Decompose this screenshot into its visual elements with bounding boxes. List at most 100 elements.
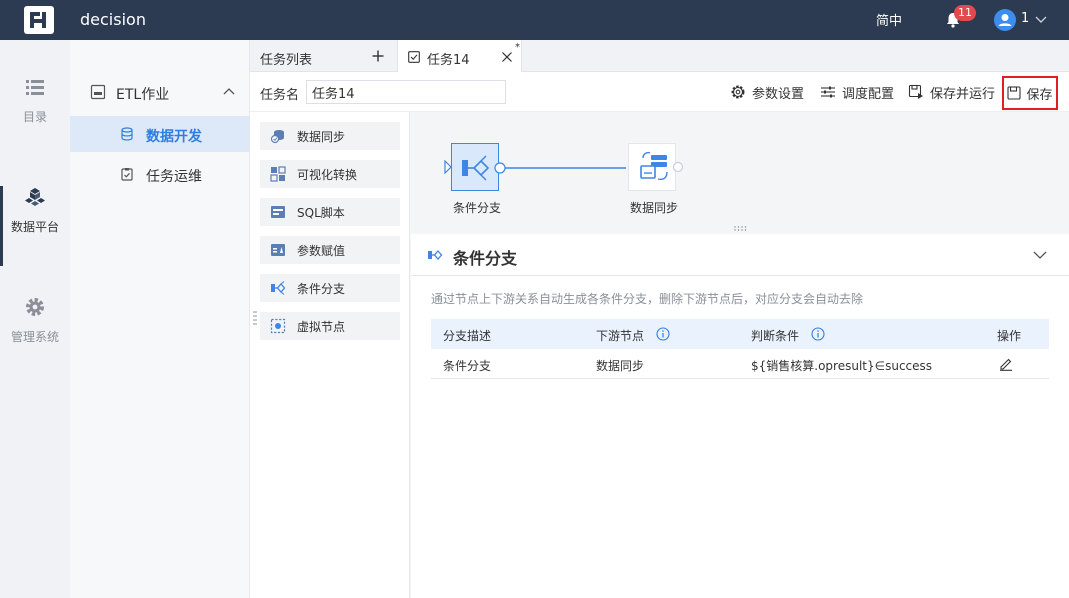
app-logo-icon[interactable]	[24, 6, 54, 34]
tab-label: 任务列表	[260, 53, 313, 68]
column-header: 操作	[997, 329, 1022, 343]
sliders-icon	[821, 86, 835, 98]
palette-item-sql-script[interactable]: SQL脚本	[260, 198, 400, 226]
sql-script-icon	[271, 206, 285, 218]
palette-item-param-assign[interactable]: 参数赋值	[260, 236, 400, 264]
canvas-resize-handle[interactable]	[734, 226, 748, 231]
top-bar: decision 简中 11 1	[0, 0, 1069, 40]
detail-title: 条件分支	[453, 249, 518, 268]
param-settings-button[interactable]: 参数设置	[730, 80, 804, 104]
downstream-node-cell: 数据同步	[596, 359, 645, 373]
palette-item-visual-transform[interactable]: 可视化转换	[260, 160, 400, 188]
palette-item-virtual-node[interactable]: 虚拟节点	[260, 312, 400, 340]
sidebar: ETL作业 数据开发 任务运维	[70, 40, 250, 598]
info-icon[interactable]	[656, 327, 670, 341]
table-header: 分支描述 下游节点 判断条件 操作	[431, 319, 1049, 349]
condition-cell: ${销售核算.opresult}∈success	[751, 359, 933, 373]
palette-item-branch[interactable]: 条件分支	[260, 274, 400, 302]
data-sync-icon	[270, 130, 284, 144]
edit-icon[interactable]	[999, 357, 1013, 371]
branch-icon	[462, 155, 490, 181]
avatar[interactable]	[994, 9, 1016, 31]
task-name-input[interactable]	[306, 80, 506, 104]
palette-item-label: 可视化转换	[297, 168, 358, 182]
clipboard-icon	[121, 168, 133, 181]
cube-cluster-icon	[25, 188, 45, 206]
flow-node-data-sync[interactable]	[628, 143, 676, 191]
branch-table: 分支描述 下游节点 判断条件 操作 条件分支 数据同步 ${销售核算.opres…	[431, 319, 1049, 379]
branch-desc-cell: 条件分支	[443, 359, 492, 373]
unsaved-marker: *	[515, 42, 520, 53]
button-label: 调度配置	[842, 86, 895, 102]
button-label: 参数设置	[752, 86, 805, 102]
left-nav: 目录 数据平台 管理系统	[0, 40, 70, 598]
sidebar-item-label: 数据开发	[146, 129, 202, 145]
visual-transform-icon	[270, 166, 286, 182]
tab-bar: 任务列表 任务14 *	[250, 40, 1069, 73]
detail-header: 条件分支	[411, 234, 1069, 276]
data-sync-icon	[640, 151, 668, 181]
palette-item-data-sync[interactable]: 数据同步	[260, 122, 400, 150]
output-port-icon[interactable]	[672, 161, 684, 173]
node-palette: 数据同步 可视化转换 SQL脚本 参数赋值 条件分支 虚拟节点	[250, 112, 410, 598]
nav-label: 目录	[22, 110, 47, 124]
button-label: 保存并运行	[930, 86, 996, 102]
gear-icon	[26, 298, 44, 316]
etl-icon	[90, 84, 106, 100]
sidebar-item-label: 任务运维	[146, 169, 202, 185]
language-switch[interactable]: 简中	[876, 10, 902, 29]
chevron-down-icon[interactable]	[1034, 12, 1048, 26]
tab-task-list[interactable]: 任务列表	[250, 40, 398, 72]
detail-description: 通过节点上下游关系自动生成各条件分支，删除下游节点后，对应分支会自动去除	[431, 292, 864, 306]
database-icon	[121, 127, 133, 141]
column-header: 下游节点	[596, 329, 645, 343]
user-name[interactable]: 1	[1021, 11, 1029, 26]
nav-item-data-platform[interactable]: 数据平台	[0, 186, 70, 266]
column-header: 分支描述	[443, 329, 492, 343]
close-icon[interactable]	[502, 52, 512, 62]
task-header: 任务名 参数设置 调度配置 保存并运行 保存	[250, 72, 1069, 112]
save-button[interactable]: 保存	[1002, 76, 1058, 110]
plus-icon[interactable]	[372, 50, 384, 62]
flow-node-label: 条件分支	[453, 201, 502, 215]
node-detail-panel: 条件分支 通过节点上下游关系自动生成各条件分支，删除下游节点后，对应分支会自动去…	[411, 234, 1069, 598]
save-run-icon	[908, 84, 923, 99]
notification-badge: 11	[954, 5, 976, 21]
flow-node-label: 数据同步	[630, 201, 679, 215]
chevron-down-icon[interactable]	[1033, 248, 1047, 262]
param-assign-icon	[271, 244, 285, 256]
nav-label: 管理系统	[10, 330, 59, 344]
palette-item-label: 虚拟节点	[297, 320, 346, 334]
virtual-node-icon	[270, 318, 286, 334]
palette-resize-handle[interactable]	[253, 311, 257, 325]
palette-item-label: 参数赋值	[297, 244, 346, 258]
nav-label: 数据平台	[10, 220, 59, 234]
sidebar-item-task-ops[interactable]: 任务运维	[70, 156, 249, 192]
info-icon[interactable]	[811, 327, 825, 341]
sidebar-item-data-dev[interactable]: 数据开发	[70, 116, 249, 152]
task-name-label: 任务名	[260, 88, 300, 103]
branch-icon	[428, 250, 443, 260]
sidebar-group-label: ETL作业	[116, 87, 170, 103]
nav-item-catalog[interactable]: 目录	[0, 76, 70, 156]
nav-item-admin[interactable]: 管理系统	[0, 296, 70, 376]
flow-node-branch[interactable]	[451, 143, 499, 191]
palette-item-label: 条件分支	[297, 282, 346, 296]
palette-item-label: SQL脚本	[297, 206, 345, 220]
tab-label: 任务14	[427, 53, 470, 68]
save-icon	[1007, 86, 1022, 100]
user-icon	[998, 14, 1012, 26]
flow-connector	[494, 162, 626, 174]
table-row: 条件分支 数据同步 ${销售核算.opresult}∈success	[431, 349, 1049, 379]
save-and-run-button[interactable]: 保存并运行	[908, 80, 995, 104]
sidebar-group-etl[interactable]: ETL作业	[70, 76, 250, 108]
button-label: 保存	[1026, 87, 1053, 103]
column-header: 判断条件	[751, 329, 800, 343]
schedule-config-button[interactable]: 调度配置	[820, 80, 894, 104]
task-check-icon	[408, 51, 420, 63]
chevron-up-icon[interactable]	[222, 85, 236, 99]
palette-item-label: 数据同步	[297, 130, 346, 144]
tab-task-14[interactable]: 任务14 *	[398, 40, 522, 73]
list-icon	[26, 80, 44, 95]
app-title: decision	[80, 10, 146, 29]
